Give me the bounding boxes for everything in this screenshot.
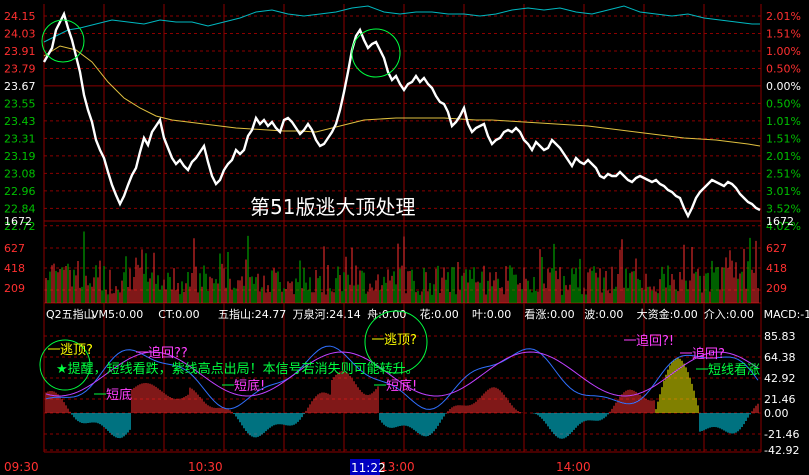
time-axis: 09:30 10:30 13:00 14:00 [4,460,591,474]
svg-text:短线看涨: 短线看涨 [708,362,760,378]
indicator-tick-label: 64.38 [764,351,796,364]
svg-text:追回?: 追回? [692,346,725,362]
svg-text:追回??: 追回?? [148,345,188,361]
annotation-chase-3: 追回? [680,346,725,362]
svg-text:逃顶?: 逃顶? [384,333,417,348]
price-tick-label: 24.15 [4,10,36,23]
price-tick-label: 23.91 [4,45,36,58]
price-tick-label: 22.96 [4,185,36,198]
annotation-escape-top-2: 逃顶? [372,333,417,348]
volume-tick-label: 627 [4,242,25,255]
index-line [43,5,760,43]
price-tick-label: 23.43 [4,115,36,128]
indicator-header-item: 舟:0.00 [367,307,406,321]
volume-bars [45,231,759,303]
indicator-right-axis: 85.83 64.38 42.92 21.460.00 -21.46 -42.92 [764,330,799,457]
percent-tick-label: 0.50% [766,97,801,110]
time-label: 09:30 [4,460,39,474]
svg-text:短底: 短底 [106,387,132,403]
volume-tick-label: 1672 [766,215,794,228]
price-tick-label: 23.08 [4,167,36,180]
svg-text:追回?!: 追回?! [636,333,674,349]
percent-tick-label: 3.01% [766,185,801,198]
percent-tick-label: 1.01% [766,115,801,128]
percent-tick-label: 2.51% [766,167,801,180]
indicator-header-item: 介入:0.00 [704,308,754,321]
annotation-chase-2: 追回?! [624,333,674,349]
percent-right-axis: 2.01% 1.51% 1.00% 0.50% 0.00% 0.50% 1.01% 1.51%… [766,10,801,233]
price-tick-label: 23.19 [4,150,36,163]
percent-tick-label: 2.01% [766,150,801,163]
price-tick-label: 23.55 [4,97,36,110]
intraday-chart[interactable]: 24.15 24.03 23.91 23.79 23.67 23.55 23.43 23.31… [0,0,809,475]
percent-tick-label: 1.51% [766,27,801,40]
volume-tick-label: 418 [766,262,787,275]
percent-tick-label: 0.00% [766,80,801,93]
svg-text:11:22: 11:22 [351,461,386,475]
volume-left-axis: 1672 627 418 209 [4,215,32,295]
indicator-header: Q2五指山VM5:0.00 CT:0.00 五指山:24.77 万泉河:24.14 舟:… [46,307,809,321]
top-marker-circle-1 [41,19,85,63]
indicator-header-item: Q2五指山 [46,307,95,321]
indicator-header-item: MACD:-11. [764,308,809,321]
svg-text:短底!: 短底! [386,378,417,394]
percent-tick-label: 2.01% [766,10,801,23]
time-cursor-label[interactable]: 11:22 [350,459,386,475]
price-tick-label: 23.79 [4,62,36,75]
volume-tick-label: 1672 [4,215,32,228]
indicator-header-item: 叶:0.00 [472,308,511,321]
indicator-tick-label: 0.00 [764,407,789,420]
annotation-short-view: 短线看涨 [696,362,760,378]
svg-text:逃顶?: 逃顶? [60,343,93,358]
indicator-header-item: 万泉河:24.14 [293,307,361,321]
indicator-tick-label: 21.46 [764,393,796,406]
indicator-header-item: VM5:0.00 [91,308,143,321]
volume-tick-label: 627 [766,242,787,255]
svg-text:短底!: 短底! [234,378,265,394]
volume-right-axis: 1672 627 418 209 [766,215,794,295]
indicator-header-item: CT:0.00 [158,308,199,321]
indicator-header-item: 大资金:0.00 [637,307,698,321]
indicator-tick-label: -21.46 [764,428,799,441]
percent-tick-label: 1.00% [766,45,801,58]
annotation-escape-top-1: 逃顶? [48,343,93,358]
volume-tick-label: 209 [4,282,25,295]
volume-tick-label: 209 [766,282,787,295]
indicator-header-item: 波:0.00 [584,308,623,321]
price-tick-label: 24.03 [4,27,36,40]
indicator-header-item: 五指山:24.77 [218,307,286,321]
annotation-short-bottom-1: 短底 [94,387,132,403]
warning-message: ★提醒，短线看跌，紫线高点出局！本信号若消失则可能转升。 [56,361,419,377]
time-label: 10:30 [188,460,223,474]
percent-tick-label: 0.50% [766,62,801,75]
price-line [42,10,761,219]
price-tick-label: 22.84 [4,202,36,215]
percent-tick-label: 1.51% [766,132,801,145]
indicator-tick-label: 85.83 [764,330,796,343]
indicator-tick-label: 42.92 [764,372,796,385]
percent-tick-label: 3.52% [766,202,801,215]
price-tick-label: 23.31 [4,132,36,145]
indicator-tick-label: -42.92 [764,444,799,457]
price-tick-label: 23.67 [4,80,36,93]
indicator-header-item: 看涨:0.00 [524,307,574,321]
volume-tick-label: 418 [4,262,25,275]
indicator-header-item: 花:0.00 [420,308,459,321]
top-marker-circle-2 [351,28,401,78]
price-left-axis: 24.15 24.03 23.91 23.79 23.67 23.55 23.43 23.31… [4,10,36,233]
time-label: 14:00 [556,460,591,474]
chart-watermark: 第51版逃大顶处理 [250,195,415,219]
